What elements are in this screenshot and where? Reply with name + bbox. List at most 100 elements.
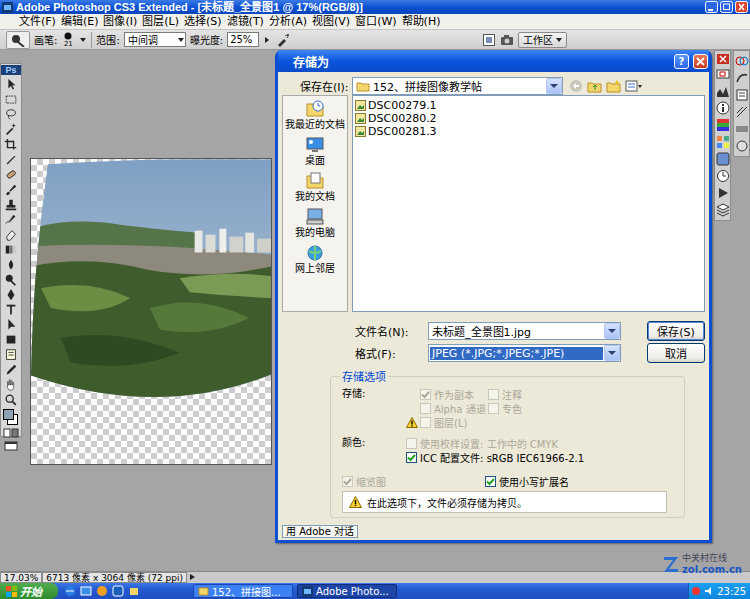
marquee-tool-icon[interactable] <box>3 93 19 107</box>
minimize-icon[interactable] <box>705 1 718 13</box>
status-menu-arrow-icon[interactable] <box>187 572 197 582</box>
ie-icon[interactable] <box>64 585 76 597</box>
range-select[interactable]: 中间调 <box>124 32 186 47</box>
close-button[interactable] <box>693 54 708 69</box>
desktop-icon[interactable] <box>80 585 92 597</box>
layers-icon[interactable] <box>716 203 730 217</box>
dodge-tool-icon[interactable] <box>3 273 19 287</box>
paths-icon[interactable] <box>735 71 749 85</box>
quick-mask-icon[interactable] <box>3 427 19 439</box>
move-tool-icon[interactable] <box>3 78 19 92</box>
eyedropper-icon[interactable] <box>3 363 19 377</box>
checkbox[interactable] <box>485 476 496 487</box>
menu-item[interactable]: 滤镜(T) <box>225 15 266 29</box>
up-folder-icon[interactable] <box>587 79 602 93</box>
checkbox-row[interactable]: ICC 配置文件: sRGB IEC61966-2.1 <box>406 450 584 464</box>
places-item[interactable]: 我的电脑 <box>283 207 347 242</box>
eraser-tool-icon[interactable] <box>3 228 19 242</box>
brushes-icon[interactable] <box>735 105 749 119</box>
save-in-combo[interactable]: 152、拼接图像教学帖 <box>352 77 563 95</box>
exposure-value[interactable]: 25% <box>230 34 252 45</box>
media-icon[interactable] <box>96 585 108 597</box>
stamp-tool-icon[interactable] <box>3 198 19 212</box>
new-folder-icon[interactable] <box>606 79 621 93</box>
checkbox[interactable] <box>406 452 417 463</box>
histogram-icon[interactable] <box>716 84 730 98</box>
styles-icon[interactable] <box>716 152 730 166</box>
hand-tool-icon[interactable] <box>3 378 19 392</box>
zoom-level[interactable]: 17.03% <box>0 572 42 583</box>
lasso-tool-icon[interactable] <box>3 108 19 122</box>
paragraph-icon[interactable] <box>735 88 749 102</box>
zoom-tool-icon[interactable] <box>3 393 19 407</box>
pen-tool-icon[interactable] <box>3 288 19 302</box>
history-icon[interactable] <box>716 169 730 183</box>
menu-item[interactable]: 帮助(H) <box>400 15 443 29</box>
places-item[interactable]: 网上邻居 <box>283 243 347 278</box>
start-button[interactable]: 开始 <box>0 583 58 599</box>
shape-tool-icon[interactable] <box>3 333 19 347</box>
help-button[interactable]: ? <box>674 54 689 69</box>
cancel-button[interactable]: 取消 <box>647 343 705 363</box>
checkbox-label[interactable]: ICC 配置文件: sRGB IEC61966-2.1 <box>420 450 584 465</box>
magic-wand-icon[interactable] <box>3 123 19 137</box>
tool-preset-picker[interactable] <box>6 31 30 49</box>
taskbar-button[interactable]: 152、拼接图... <box>193 584 293 598</box>
tray-app-icon[interactable] <box>691 586 701 596</box>
bridge-icon[interactable] <box>500 33 514 47</box>
menu-item[interactable]: 编辑(E) <box>59 15 101 29</box>
places-item[interactable]: 我的文档 <box>283 171 347 206</box>
brush-picker[interactable]: 21 <box>61 32 75 48</box>
channels-icon[interactable] <box>735 54 749 68</box>
menu-item[interactable]: 图层(L) <box>140 15 181 29</box>
path-selection-icon[interactable] <box>3 318 19 332</box>
dropdown-button[interactable] <box>604 323 620 339</box>
adobe-dialog-button[interactable]: 用 Adobe 对话 <box>282 525 358 538</box>
tool-presets-icon[interactable] <box>735 122 749 136</box>
history-brush-icon[interactable] <box>3 213 19 227</box>
airbrush-icon[interactable] <box>275 32 291 48</box>
checkbox-label[interactable]: 使用小写扩展名 <box>499 474 569 489</box>
crop-tool-icon[interactable] <box>3 138 19 152</box>
view-menu-icon[interactable] <box>625 79 643 93</box>
volume-icon[interactable] <box>704 586 714 596</box>
blur-tool-icon[interactable] <box>3 258 19 272</box>
info-icon[interactable] <box>716 101 730 115</box>
file-name-combo[interactable]: 未标题_全景图1.jpg <box>428 322 621 340</box>
file-item[interactable]: DSC00279.1 <box>355 99 702 112</box>
workspace-button[interactable]: 工作区 <box>518 32 567 48</box>
notes-tool-icon[interactable] <box>3 348 19 362</box>
dropdown-button[interactable] <box>604 345 620 361</box>
places-item[interactable]: 桌面 <box>283 135 347 170</box>
layer-comps-icon[interactable] <box>735 139 749 153</box>
dropdown-button[interactable] <box>546 78 562 94</box>
document-canvas[interactable] <box>30 158 272 465</box>
close-panel-icon[interactable] <box>717 54 729 64</box>
healing-brush-icon[interactable] <box>3 168 19 182</box>
places-item[interactable]: 我最近的文档 <box>283 99 347 134</box>
gradient-tool-icon[interactable] <box>3 243 19 257</box>
folder-icon[interactable] <box>128 585 140 597</box>
dropdown-arrow-icon[interactable] <box>79 36 87 44</box>
type-tool-icon[interactable] <box>3 303 19 317</box>
restore-icon[interactable] <box>720 1 733 13</box>
file-item[interactable]: DSC00281.3 <box>355 125 702 138</box>
file-list[interactable]: DSC00279.1DSC00280.2DSC00281.3 <box>352 95 705 312</box>
app-shortcut-icon[interactable] <box>112 585 124 597</box>
brush-tool-icon[interactable] <box>3 183 19 197</box>
file-name-value[interactable]: 未标题_全景图1.jpg <box>432 323 531 339</box>
color-icon[interactable] <box>716 118 730 132</box>
slider-arrow-icon[interactable] <box>263 36 271 44</box>
actions-icon[interactable] <box>716 186 730 200</box>
menu-item[interactable]: 文件(F) <box>17 15 58 29</box>
back-icon[interactable] <box>569 79 583 93</box>
navigator-icon[interactable] <box>716 67 730 81</box>
menu-item[interactable]: 图像(I) <box>101 15 139 29</box>
checkbox-row[interactable]: 使用小写扩展名 <box>485 474 569 488</box>
menu-item[interactable]: 选择(S) <box>182 15 224 29</box>
close-icon[interactable] <box>735 1 748 13</box>
exposure-field[interactable]: 25% <box>227 32 259 47</box>
menu-item[interactable]: 分析(A) <box>267 15 309 29</box>
screen-mode-icon[interactable] <box>3 440 19 452</box>
format-combo[interactable]: JPEG (*.JPG;*.JPEG;*.JPE) <box>428 344 621 362</box>
